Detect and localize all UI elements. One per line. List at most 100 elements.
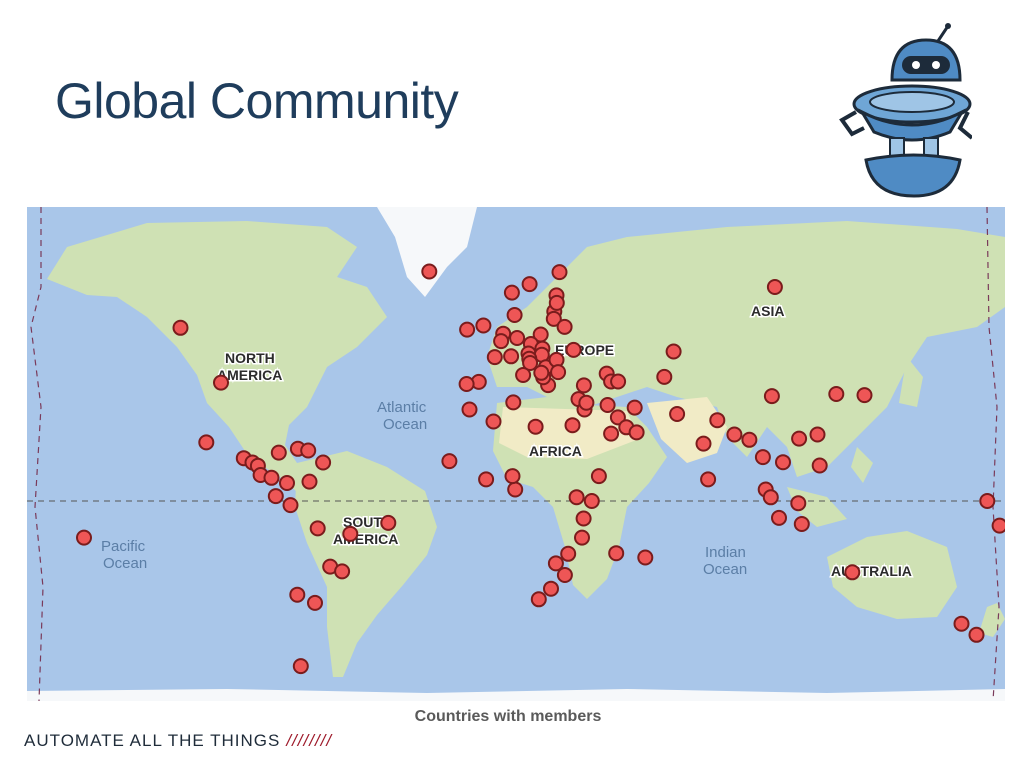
member-marker[interactable] [307, 594, 323, 611]
member-marker[interactable] [459, 321, 476, 338]
member-marker[interactable] [267, 488, 284, 505]
member-marker[interactable] [551, 264, 568, 281]
world-map[interactable]: NORTH AMERICA SOUTH AMERICA AFRICA ASIA … [27, 207, 1005, 701]
member-marker[interactable] [991, 517, 1005, 534]
member-marker[interactable] [342, 525, 359, 542]
member-marker[interactable] [504, 468, 521, 485]
member-marker[interactable] [809, 426, 826, 443]
member-marker[interactable] [828, 386, 845, 402]
member-marker[interactable] [380, 514, 397, 531]
member-marker[interactable] [270, 444, 287, 461]
member-marker[interactable] [791, 430, 808, 447]
member-marker[interactable] [578, 394, 595, 411]
member-marker[interactable] [565, 341, 582, 358]
member-marker[interactable] [564, 417, 581, 434]
label-asia: ASIA [751, 303, 784, 319]
member-marker[interactable] [292, 658, 309, 675]
member-marker[interactable] [441, 453, 458, 470]
member-marker[interactable] [548, 294, 565, 311]
member-marker[interactable] [626, 399, 643, 416]
member-marker[interactable] [575, 510, 592, 527]
member-marker[interactable] [709, 412, 726, 429]
page-title: Global Community [55, 73, 459, 129]
member-marker[interactable] [213, 374, 229, 391]
member-marker[interactable] [493, 333, 510, 350]
member-marker[interactable] [458, 376, 475, 392]
robot-mascot-icon [832, 20, 974, 200]
member-marker[interactable] [503, 284, 520, 301]
member-marker[interactable] [628, 424, 645, 441]
member-marker[interactable] [979, 493, 996, 509]
member-marker[interactable] [289, 586, 306, 603]
member-marker[interactable] [790, 495, 807, 512]
member-marker[interactable] [485, 413, 502, 430]
member-marker[interactable] [198, 434, 215, 451]
member-marker[interactable] [590, 468, 607, 485]
member-marker[interactable] [568, 489, 585, 506]
member-marker[interactable] [968, 626, 985, 643]
member-marker[interactable] [610, 373, 627, 390]
member-marker[interactable] [953, 615, 970, 632]
member-marker[interactable] [521, 276, 538, 293]
member-marker[interactable] [574, 529, 590, 546]
member-marker[interactable] [421, 263, 438, 280]
member-marker[interactable] [656, 368, 673, 385]
member-marker[interactable] [478, 471, 495, 488]
member-marker[interactable] [575, 377, 592, 394]
member-marker[interactable] [543, 580, 559, 597]
member-marker[interactable] [603, 425, 620, 442]
member-marker[interactable] [608, 545, 625, 562]
member-marker[interactable] [282, 497, 299, 514]
member-marker[interactable] [599, 397, 616, 413]
member-marker[interactable] [726, 426, 743, 443]
member-marker[interactable] [475, 317, 492, 334]
member-marker[interactable] [741, 431, 758, 448]
member-marker[interactable] [505, 394, 522, 411]
member-marker[interactable] [556, 567, 573, 583]
member-marker[interactable] [506, 307, 523, 323]
member-marker[interactable] [700, 471, 717, 488]
member-marker[interactable] [300, 442, 317, 459]
member-marker[interactable] [515, 367, 532, 383]
member-marker[interactable] [793, 516, 810, 532]
member-marker[interactable] [771, 509, 787, 526]
member-marker[interactable] [461, 401, 478, 418]
member-marker[interactable] [301, 473, 318, 490]
member-marker[interactable] [509, 330, 526, 346]
member-marker[interactable] [856, 387, 873, 404]
member-marker[interactable] [279, 475, 295, 491]
label-indian-ocean: Indian Ocean [703, 544, 750, 578]
member-marker[interactable] [527, 418, 544, 435]
footer-tagline: AUTOMATE ALL THE THINGS //////// [24, 731, 332, 751]
member-marker[interactable] [172, 319, 189, 336]
member-marker[interactable] [762, 489, 779, 506]
member-marker[interactable] [309, 520, 326, 537]
member-marker[interactable] [533, 364, 550, 381]
member-marker[interactable] [695, 435, 712, 452]
member-marker[interactable] [550, 364, 567, 381]
member-marker[interactable] [763, 388, 780, 405]
map-caption: Countries with members [414, 708, 602, 725]
member-marker[interactable] [775, 454, 791, 471]
member-marker[interactable] [486, 349, 503, 366]
member-marker[interactable] [637, 549, 654, 566]
member-marker[interactable] [503, 348, 520, 365]
member-marker[interactable] [754, 449, 771, 466]
member-marker[interactable] [263, 469, 280, 486]
member-marker[interactable] [507, 481, 524, 498]
footer-slashes: //////// [286, 731, 333, 750]
member-marker[interactable] [665, 343, 682, 360]
member-marker[interactable] [530, 591, 547, 608]
member-marker[interactable] [811, 457, 828, 474]
member-marker[interactable] [315, 454, 332, 471]
member-marker[interactable] [556, 318, 573, 335]
label-pacific-ocean: Pacific Ocean [101, 538, 149, 572]
member-marker[interactable] [669, 406, 686, 422]
member-marker[interactable] [560, 545, 577, 562]
member-marker[interactable] [766, 279, 783, 295]
member-marker[interactable] [583, 493, 600, 509]
footer-tagline-text: AUTOMATE ALL THE THINGS [24, 731, 281, 750]
member-marker[interactable] [76, 529, 92, 546]
member-marker[interactable] [844, 564, 861, 581]
member-marker[interactable] [334, 563, 351, 580]
